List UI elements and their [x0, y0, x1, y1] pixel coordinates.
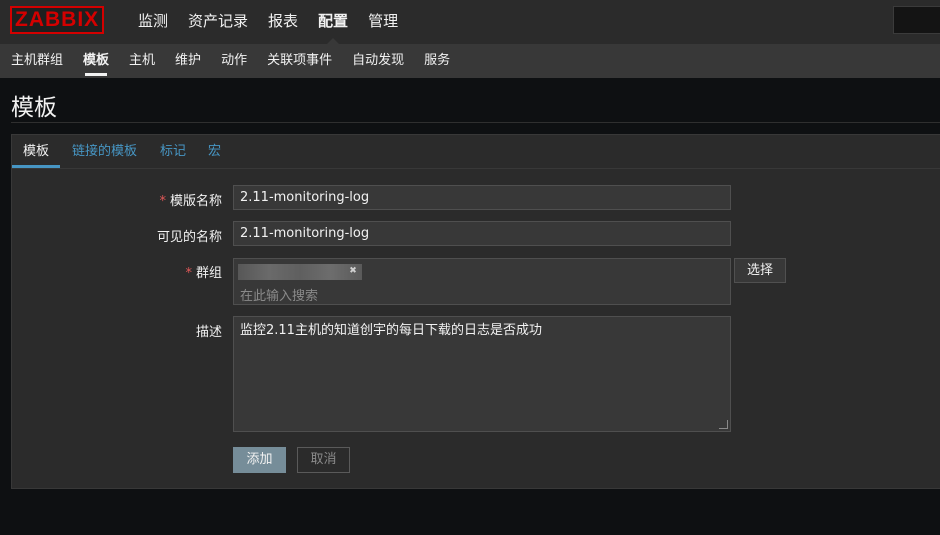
main-nav: 监测 资产记录 报表 配置 管理 — [128, 0, 408, 44]
subnav-event-correlation[interactable]: 关联项事件 — [257, 44, 342, 78]
nav-administration[interactable]: 管理 — [358, 0, 408, 44]
tab-linked-templates[interactable]: 链接的模板 — [72, 135, 137, 168]
tab-template[interactable]: 模板 — [12, 135, 61, 168]
description-textarea[interactable]: 监控2.11主机的知道创宇的每日下载的日志是否成功 — [233, 316, 731, 432]
template-form-panel: 模板 链接的模板 标记 宏 * 模版名称 2.11-monitoring-log … — [11, 134, 940, 489]
page-title: 模板 — [11, 95, 57, 121]
subnav-services[interactable]: 服务 — [414, 44, 460, 78]
subnav-actions[interactable]: 动作 — [211, 44, 257, 78]
divider — [11, 122, 940, 123]
add-button[interactable]: 添加 — [233, 447, 286, 473]
group-chip — [238, 264, 362, 280]
tab-macros[interactable]: 宏 — [208, 135, 221, 168]
subnav-discovery[interactable]: 自动发现 — [342, 44, 414, 78]
form-tabs: 模板 链接的模板 标记 宏 — [12, 135, 940, 169]
subnav-host-groups[interactable]: 主机群组 — [1, 44, 73, 78]
description-text: 监控2.11主机的知道创宇的每日下载的日志是否成功 — [240, 323, 542, 338]
required-marker: * — [159, 194, 166, 209]
description-label: 描述 — [195, 325, 222, 340]
sub-nav: 主机群组 模板 主机 维护 动作 关联项事件 自动发现 服务 — [0, 44, 940, 78]
subnav-templates[interactable]: 模板 — [73, 44, 119, 78]
cancel-button[interactable]: 取消 — [297, 447, 350, 473]
required-marker: * — [185, 266, 192, 281]
template-name-input[interactable]: 2.11-monitoring-log — [233, 185, 731, 210]
tab-tags[interactable]: 标记 — [160, 135, 186, 168]
nav-configuration[interactable]: 配置 — [308, 0, 358, 44]
subnav-maintenance[interactable]: 维护 — [165, 44, 211, 78]
groups-multiselect[interactable]: ✖ 在此输入搜索 — [233, 258, 731, 305]
select-groups-button[interactable]: 选择 — [734, 258, 786, 283]
top-bar: ZABBIX 监测 资产记录 报表 配置 管理 — [0, 0, 940, 44]
nav-inventory[interactable]: 资产记录 — [178, 0, 258, 44]
visible-name-label: 可见的名称 — [156, 230, 222, 245]
remove-group-icon[interactable]: ✖ — [347, 265, 359, 277]
groups-label: * 群组 — [185, 266, 222, 281]
visible-name-input[interactable]: 2.11-monitoring-log — [233, 221, 731, 246]
groups-search-input[interactable]: 在此输入搜索 — [240, 285, 318, 304]
nav-monitoring[interactable]: 监测 — [128, 0, 178, 44]
global-search-input[interactable] — [893, 6, 940, 34]
template-name-label: * 模版名称 — [159, 194, 222, 209]
resize-handle-icon[interactable] — [719, 420, 728, 429]
nav-reports[interactable]: 报表 — [258, 0, 308, 44]
subnav-hosts[interactable]: 主机 — [119, 44, 165, 78]
zabbix-logo[interactable]: ZABBIX — [10, 6, 105, 34]
